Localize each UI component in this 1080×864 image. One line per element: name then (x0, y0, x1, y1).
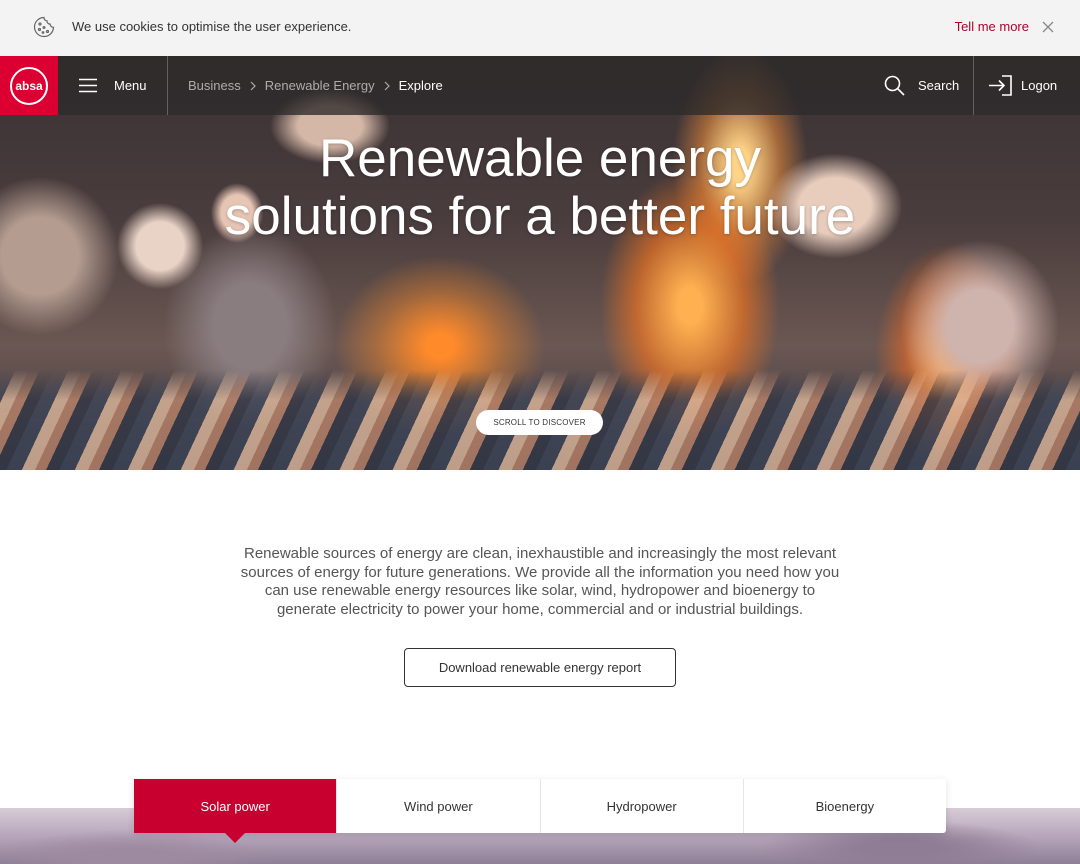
chevron-right-icon (375, 80, 399, 92)
scroll-to-discover-button[interactable]: SCROLL TO DISCOVER (476, 410, 603, 435)
hero-title: Renewable energy solutions for a better … (0, 130, 1080, 246)
cookie-icon (32, 15, 56, 39)
hero-title-line-1: Renewable energy (319, 129, 761, 188)
tell-me-more-link[interactable]: Tell me more (955, 19, 1029, 34)
menu-button[interactable]: Menu (58, 56, 168, 115)
tab-solar-power[interactable]: Solar power (134, 779, 337, 843)
menu-label: Menu (114, 78, 147, 93)
search-icon (884, 75, 905, 96)
search-label: Search (918, 78, 960, 93)
close-icon[interactable] (1042, 20, 1054, 33)
download-report-button[interactable]: Download renewable energy report (404, 648, 676, 687)
energy-tabs: Solar power Wind power Hydropower Bioene… (134, 779, 946, 843)
hero-banner (0, 56, 1080, 470)
absa-logo[interactable]: absa (0, 56, 58, 115)
search-button[interactable]: Search (884, 56, 974, 115)
breadcrumb-renewable-energy[interactable]: Renewable Energy (265, 78, 375, 93)
intro-paragraph: Renewable sources of energy are clean, i… (240, 545, 840, 618)
logo-text: absa (15, 79, 43, 93)
breadcrumb-business[interactable]: Business (188, 78, 241, 93)
hamburger-icon (79, 78, 97, 93)
tab-bioenergy[interactable]: Bioenergy (742, 779, 946, 833)
tab-wind-power[interactable]: Wind power (336, 779, 539, 833)
cookie-message: We use cookies to optimise the user expe… (72, 19, 352, 34)
login-icon (988, 75, 1012, 96)
cookie-bar: We use cookies to optimise the user expe… (0, 0, 1080, 56)
hero-title-line-2: solutions for a better future (224, 187, 856, 246)
chevron-right-icon (241, 80, 265, 92)
breadcrumb: Business Renewable Energy Explore (188, 78, 443, 93)
tab-hydropower[interactable]: Hydropower (539, 779, 743, 833)
logon-label: Logon (1021, 78, 1058, 93)
logon-button[interactable]: Logon (986, 56, 1080, 115)
main-header: absa Menu Business Renewable Energy Expl… (0, 56, 1080, 115)
breadcrumb-explore: Explore (398, 78, 443, 93)
header-divider (973, 56, 974, 115)
